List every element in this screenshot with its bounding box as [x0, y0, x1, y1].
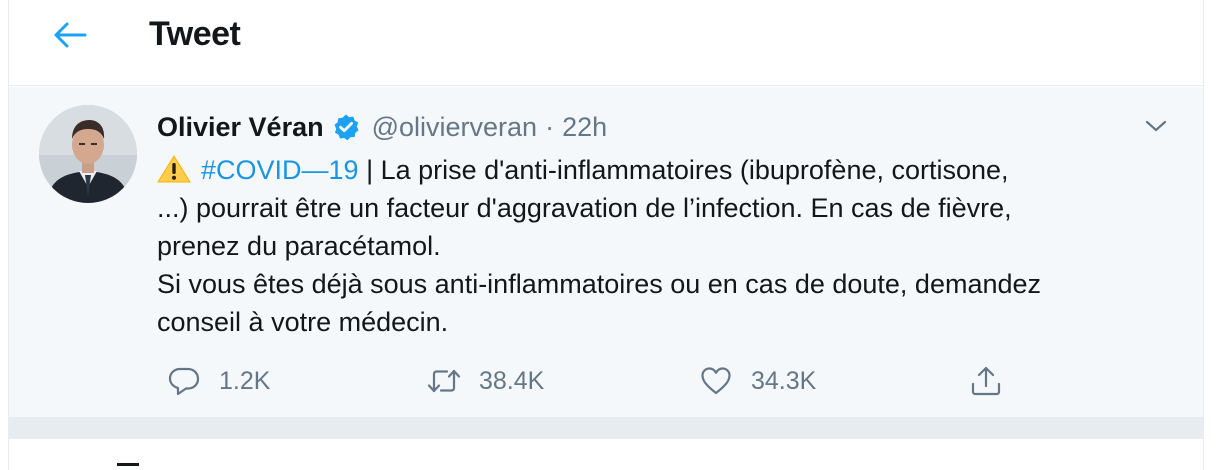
share-icon — [969, 364, 1003, 398]
arrow-left-icon — [54, 22, 87, 48]
reply-icon — [167, 364, 201, 398]
tweet-meta: Olivier Véran @olivierveran · 22h — [157, 109, 607, 145]
tweet-text: #COVID—19 | La prise d'anti-inflammatoir… — [157, 151, 1177, 341]
tweet-line: #COVID—19 | La prise d'anti-inflammatoir… — [157, 151, 1177, 189]
section-divider — [9, 417, 1203, 439]
clipped-content — [117, 463, 139, 470]
tweet-timestamp[interactable]: 22h — [562, 112, 607, 143]
chevron-down-icon — [1145, 120, 1167, 132]
author-name[interactable]: Olivier Véran — [157, 112, 324, 143]
author-handle[interactable]: @olivierveran — [372, 112, 537, 143]
retweet-count: 38.4K — [479, 366, 545, 395]
tweet-menu-button[interactable] — [1139, 109, 1173, 143]
tweet-line-4: Si vous êtes déjà sous anti-inflammatoir… — [157, 269, 1042, 299]
page-header: Tweet — [9, 0, 1203, 86]
hashtag-link[interactable]: #COVID—19 — [201, 155, 359, 185]
page-title: Tweet — [149, 15, 241, 53]
heart-icon — [699, 364, 733, 398]
back-button[interactable] — [45, 12, 95, 58]
verified-badge-icon — [332, 113, 360, 141]
warning-emoji — [157, 154, 191, 184]
reply-count: 1.2K — [219, 366, 271, 395]
retweet-button[interactable]: 38.4K — [427, 359, 544, 403]
tweet-page: Tweet Olivier Véran @olivierveran · 22h … — [8, 0, 1204, 470]
like-button[interactable]: 34.3K — [699, 359, 816, 403]
avatar[interactable] — [39, 105, 137, 203]
tweet[interactable]: Olivier Véran @olivierveran · 22h #COVID… — [9, 87, 1203, 417]
retweet-icon — [427, 364, 461, 398]
tweet-line-5: conseil à votre médecin. — [157, 307, 449, 337]
tweet-line-2: ...) pourrait être un facteur d'aggravat… — [157, 193, 1012, 223]
tweet-line-3: prenez du paracétamol. — [157, 231, 441, 261]
next-section-stub — [9, 439, 1203, 470]
tweet-line-1-text: | La prise d'anti-inflammatoires (ibupro… — [358, 155, 1009, 185]
meta-separator: · — [545, 111, 555, 142]
reply-button[interactable]: 1.2K — [167, 359, 270, 403]
share-button[interactable] — [969, 359, 1003, 403]
tweet-actions: 1.2K 38.4K 34.3K — [157, 359, 1017, 403]
like-count: 34.3K — [751, 366, 817, 395]
avatar-photo — [39, 105, 137, 203]
